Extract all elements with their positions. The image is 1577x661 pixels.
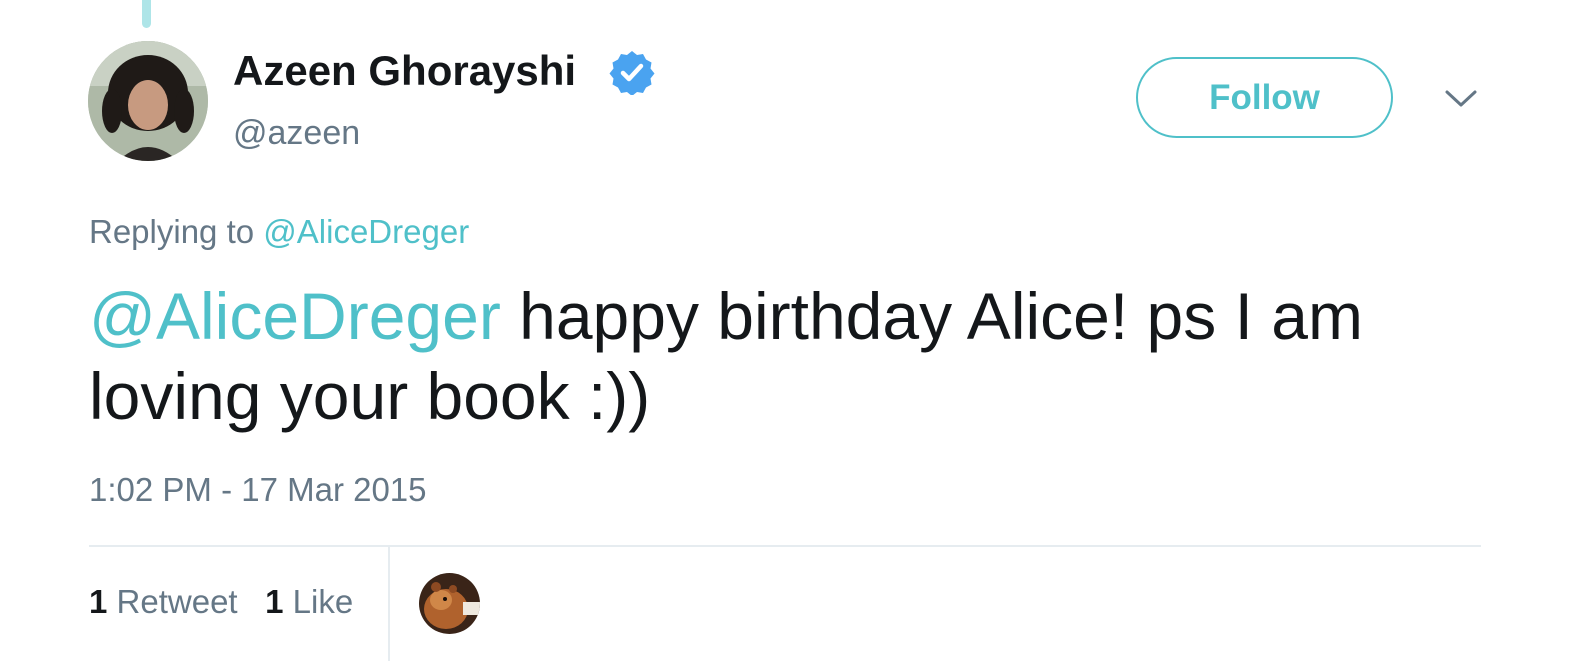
replying-to-line: Replying to @AliceDreger bbox=[89, 210, 469, 254]
author-avatar[interactable] bbox=[88, 41, 208, 161]
chevron-down-icon[interactable] bbox=[1444, 88, 1478, 110]
like-stat[interactable]: 1 Like bbox=[265, 583, 353, 620]
stats-top-divider bbox=[89, 545, 1481, 547]
tweet-text: @AliceDreger happy birthday Alice! ps I … bbox=[89, 276, 1479, 436]
like-label: Like bbox=[292, 583, 354, 620]
author-avatar-image bbox=[88, 41, 208, 161]
author-name[interactable]: Azeen Ghorayshi bbox=[233, 44, 576, 98]
follow-button[interactable]: Follow bbox=[1136, 57, 1393, 138]
tweet-timestamp[interactable]: 1:02 PM - 17 Mar 2015 bbox=[89, 468, 427, 512]
like-count: 1 bbox=[265, 583, 284, 620]
liker-avatar-image bbox=[419, 573, 480, 634]
tweet-stats: 1 Retweet 1 Like bbox=[89, 580, 353, 624]
reply-thread-line bbox=[142, 0, 151, 28]
author-handle[interactable]: @azeen bbox=[233, 112, 360, 154]
retweet-count: 1 bbox=[89, 583, 108, 620]
stats-vertical-divider bbox=[388, 547, 390, 661]
verified-badge-icon bbox=[609, 51, 655, 95]
retweet-label: Retweet bbox=[116, 583, 238, 620]
replying-to-label: Replying to bbox=[89, 213, 255, 250]
retweet-stat[interactable]: 1 Retweet bbox=[89, 583, 238, 620]
tweet-mention-link[interactable]: @AliceDreger bbox=[89, 279, 501, 353]
replying-to-link[interactable]: @AliceDreger bbox=[263, 213, 469, 250]
liker-avatar[interactable] bbox=[419, 573, 480, 634]
